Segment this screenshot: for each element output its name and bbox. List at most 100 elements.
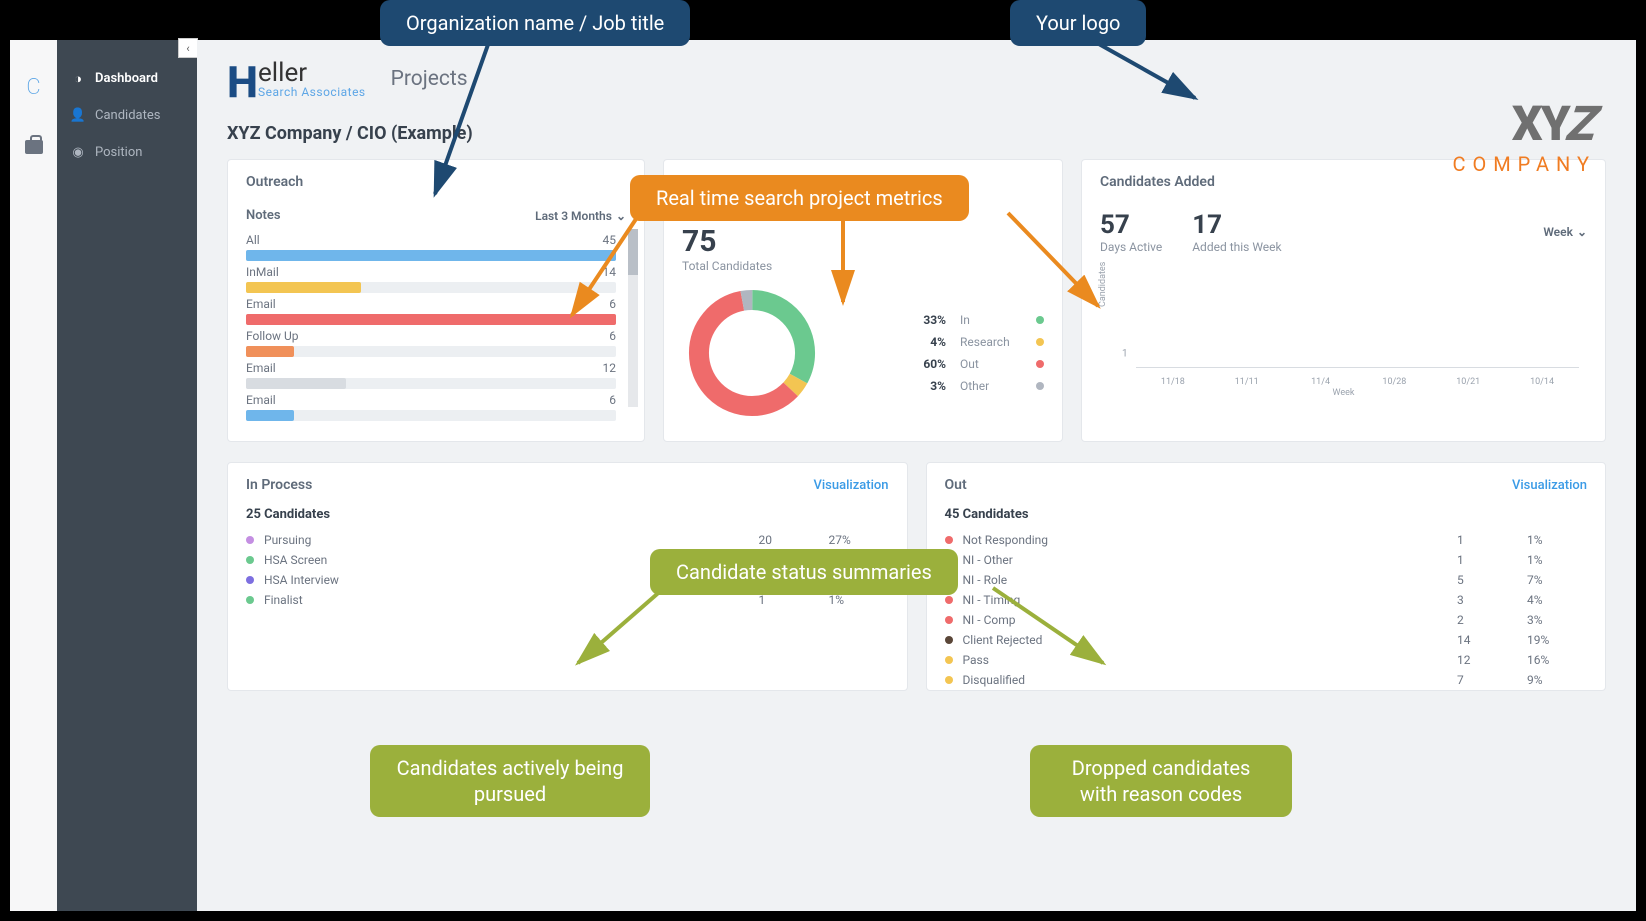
candidate-count-title: 25 Candidates	[228, 507, 907, 530]
nav-icon: ◉	[71, 146, 85, 160]
visualization-link[interactable]: Visualization	[1512, 478, 1587, 493]
status-count: 14	[1457, 633, 1527, 647]
status-name: NI - Role	[963, 573, 1458, 587]
briefcase-icon[interactable]	[25, 140, 43, 154]
status-dot-icon	[246, 576, 254, 584]
status-pct: 19%	[1527, 633, 1587, 647]
bar-label: 10/28	[1382, 377, 1406, 387]
candidates-added-bar-chart: Candidates 1 11/1811/1111/410/2810/2110/…	[1100, 266, 1587, 396]
nav-icon: 👤	[71, 109, 85, 123]
sidebar-item-candidates[interactable]: 👤 Candidates	[57, 97, 197, 134]
status-name: Pass	[963, 653, 1458, 667]
status-row: Pass1216%	[927, 650, 1606, 670]
status-row: Not Responding11%	[927, 530, 1606, 550]
legend-row: 3%Other	[862, 375, 1044, 397]
nav-label: Dashboard	[95, 71, 158, 86]
status-pct: 7%	[1527, 573, 1587, 587]
status-row: Disqualified79%	[927, 670, 1606, 690]
note-row: Follow Up6	[246, 329, 644, 357]
outreach-range-picker[interactable]: Last 3 Months ⌄	[535, 209, 626, 223]
note-label: All	[246, 233, 260, 247]
days-active-label: Days Active	[1100, 240, 1162, 254]
status-count: 20	[759, 533, 829, 547]
donut-legend: 33%In4%Research60%Out3%Other	[862, 309, 1044, 397]
status-pct: 1%	[1527, 533, 1587, 547]
note-value: 14	[603, 265, 617, 279]
added-range-picker[interactable]: Week ⌄	[1543, 210, 1587, 254]
card-header: Out Visualization	[927, 463, 1606, 507]
nav-label: Position	[95, 145, 142, 160]
card-header: Outreach	[228, 160, 644, 204]
legend-label: Research	[960, 335, 1022, 349]
status-name: Client Rejected	[963, 633, 1458, 647]
sidebar-item-dashboard[interactable]: ◑Dashboard	[57, 60, 197, 97]
bar-label: 11/11	[1235, 377, 1259, 387]
status-count: 12	[1457, 653, 1527, 667]
scrollbar[interactable]	[628, 229, 638, 407]
note-value: 12	[603, 361, 617, 375]
app-logo-icon: C	[26, 75, 40, 100]
note-label: Email	[246, 361, 276, 375]
annotation-actively: Candidates actively being pursued	[370, 745, 650, 817]
sidebar-item-position[interactable]: ◉ Position	[57, 134, 197, 171]
legend-pct: 4%	[904, 335, 946, 349]
legend-dot-icon	[1036, 360, 1044, 368]
status-count: 7	[1457, 673, 1527, 687]
days-active-value: 57	[1100, 210, 1162, 240]
status-pct: 16%	[1527, 653, 1587, 667]
chevron-down-icon: ⌄	[1577, 225, 1587, 239]
range-label: Last 3 Months	[535, 209, 612, 223]
total-candidates-label: Total Candidates	[682, 259, 1044, 273]
added-this-week-label: Added this Week	[1192, 240, 1281, 254]
status-count: 1	[1457, 533, 1527, 547]
note-bar	[246, 282, 616, 293]
status-row: NI - Other11%	[927, 550, 1606, 570]
legend-pct: 33%	[904, 313, 946, 327]
status-count: 3	[1457, 593, 1527, 607]
card-title: In Process	[246, 477, 312, 493]
card-header: In Process Visualization	[228, 463, 907, 507]
status-row: NI - Comp23%	[927, 610, 1606, 630]
client-logo-subtitle: COMPANY	[1452, 152, 1596, 176]
page-section-title: Projects	[391, 67, 468, 91]
note-value: 6	[609, 393, 616, 407]
note-row: All 45	[246, 233, 644, 261]
nav-label: Candidates	[95, 108, 160, 123]
chevron-down-icon: ⌄	[616, 209, 626, 223]
donut-chart	[682, 283, 822, 423]
status-count: 1	[1457, 553, 1527, 567]
note-row: Email6	[246, 393, 644, 421]
status-name: NI - Timing	[963, 593, 1458, 607]
icon-rail: C	[10, 40, 57, 911]
status-dot-icon	[945, 596, 953, 604]
notes-label: Notes	[246, 208, 281, 223]
note-bar	[246, 314, 616, 325]
status-count: 1	[759, 593, 829, 607]
app-frame: C ‹ ◑Dashboard👤Candidates◉Position H ell…	[10, 40, 1636, 911]
card-title: Outreach	[246, 174, 303, 190]
status-pct: 3%	[1527, 613, 1587, 627]
x-axis-label: Week	[1333, 388, 1355, 398]
legend-pct: 60%	[904, 357, 946, 371]
legend-pct: 3%	[904, 379, 946, 393]
sidebar-collapse-button[interactable]: ‹	[178, 38, 198, 58]
legend-label: In	[960, 313, 1022, 327]
status-dot-icon	[945, 536, 953, 544]
status-dot-icon	[945, 656, 953, 664]
status-dot-icon	[246, 536, 254, 544]
note-value: 45	[603, 233, 617, 247]
status-pct: 4%	[1527, 593, 1587, 607]
visualization-link[interactable]: Visualization	[813, 478, 888, 493]
bar-label: 11/4	[1311, 377, 1330, 387]
note-label: Email	[246, 297, 276, 311]
annotation-dropped: Dropped candidates with reason codes	[1030, 745, 1292, 817]
legend-row: 4% Research	[862, 331, 1044, 353]
note-value: 6	[609, 297, 616, 311]
client-logo-text: XYZ	[1452, 95, 1596, 152]
status-pct: 1%	[1527, 553, 1587, 567]
card-title: Candidates Added	[1100, 174, 1215, 190]
status-dot-icon	[246, 556, 254, 564]
status-count: 5	[1457, 573, 1527, 587]
annotation-status-summaries: Candidate status summaries	[650, 549, 958, 595]
status-pct: 27%	[829, 533, 889, 547]
